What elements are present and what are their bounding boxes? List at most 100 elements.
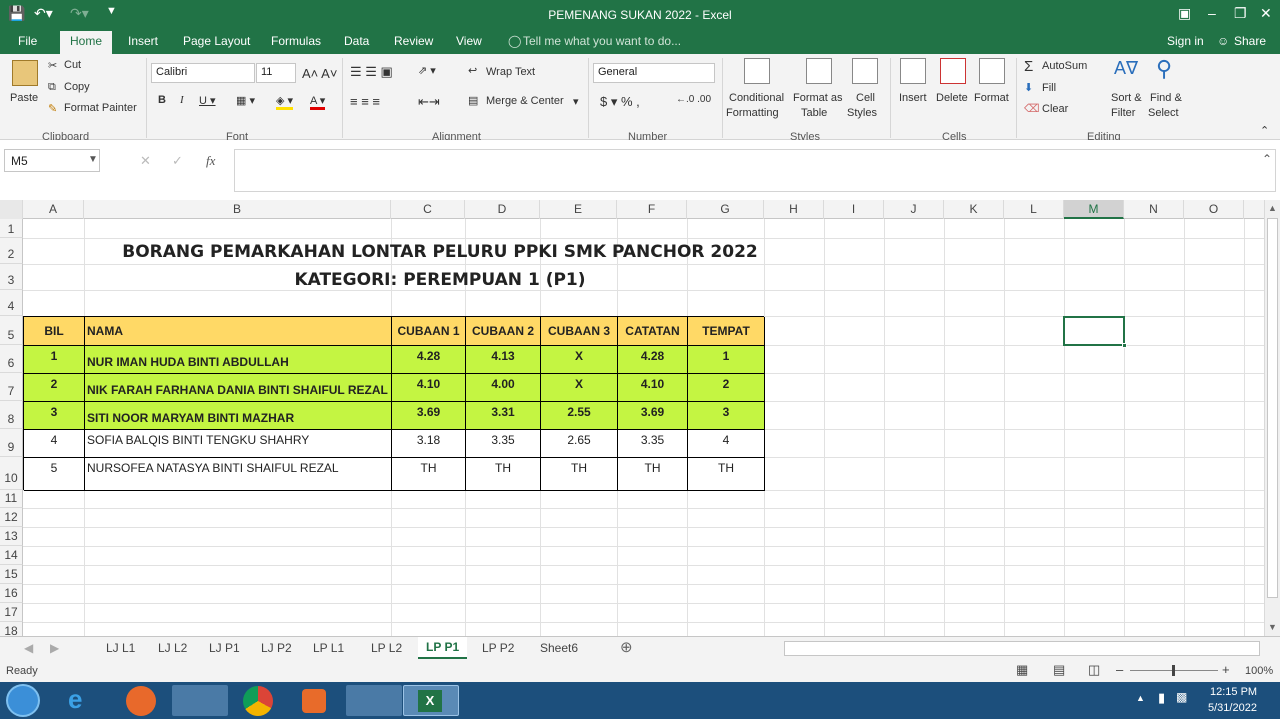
table-cell[interactable]: 3.18 bbox=[392, 430, 466, 458]
format-painter-button[interactable]: Format Painter bbox=[64, 102, 137, 114]
sheet-tab-sheet6[interactable]: Sheet6 bbox=[540, 641, 578, 655]
fill-button[interactable]: Fill bbox=[1042, 82, 1056, 94]
normal-view-icon[interactable]: ▦ bbox=[1016, 662, 1028, 678]
italic-button[interactable]: I bbox=[180, 94, 184, 106]
fill-handle[interactable] bbox=[1122, 343, 1127, 348]
paste-icon[interactable] bbox=[12, 60, 38, 86]
currency-icon[interactable]: $ ▾ % , bbox=[600, 94, 640, 110]
row-header-14[interactable]: 14 bbox=[0, 546, 23, 565]
table-cell[interactable]: 2.65 bbox=[541, 430, 618, 458]
expand-formula-icon[interactable]: ⌃ bbox=[1262, 152, 1272, 166]
table-cell[interactable]: TH bbox=[392, 458, 466, 491]
col-header-m[interactable]: M bbox=[1064, 200, 1124, 219]
col-header-n[interactable]: N bbox=[1124, 200, 1184, 219]
autosum-button[interactable]: AutoSum bbox=[1042, 60, 1087, 72]
enter-icon[interactable]: ✓ bbox=[172, 153, 183, 169]
chrome-profile-icon[interactable] bbox=[346, 685, 402, 716]
table-cell[interactable]: 4.00 bbox=[466, 374, 541, 402]
tab-page-layout[interactable]: Page Layout bbox=[183, 34, 250, 48]
table-cell[interactable]: 4.10 bbox=[618, 374, 688, 402]
new-sheet-icon[interactable]: ⊕ bbox=[620, 638, 633, 656]
col-header-e[interactable]: E bbox=[540, 200, 617, 219]
scroll-thumb[interactable] bbox=[1267, 218, 1278, 598]
zoom-slider-thumb[interactable] bbox=[1172, 665, 1175, 676]
table-cell[interactable]: 3.69 bbox=[618, 402, 688, 430]
insert-cells-icon[interactable] bbox=[900, 58, 926, 84]
font-name-select[interactable]: Calibri bbox=[151, 63, 255, 83]
fill-color-icon[interactable]: ◈ ▾ bbox=[276, 94, 294, 110]
network-icon[interactable]: ▩ bbox=[1176, 690, 1187, 704]
tab-formulas[interactable]: Formulas bbox=[271, 34, 321, 48]
table-cell[interactable]: TH bbox=[618, 458, 688, 491]
table-cell[interactable]: NIK FARAH FARHANA DANIA BINTI SHAIFUL RE… bbox=[85, 374, 392, 402]
table-cell[interactable]: TH bbox=[541, 458, 618, 491]
insert-function-icon[interactable]: fx bbox=[206, 153, 215, 169]
row-header-6[interactable]: 6 bbox=[0, 345, 23, 373]
row-header-13[interactable]: 13 bbox=[0, 527, 23, 546]
scroll-up-icon[interactable]: ▲ bbox=[1268, 203, 1277, 213]
orientation-icon[interactable]: ⇗ ▾ bbox=[418, 64, 436, 77]
firefox-icon[interactable] bbox=[126, 686, 156, 716]
table-cell[interactable]: 3.35 bbox=[618, 430, 688, 458]
delete-cells-icon[interactable] bbox=[940, 58, 966, 84]
sheet-tab-lp-l1[interactable]: LP L1 bbox=[313, 641, 344, 655]
formula-input[interactable] bbox=[234, 149, 1276, 192]
sheet-tab-lj-p1[interactable]: LJ P1 bbox=[209, 641, 240, 655]
insert-cells-button[interactable]: Insert bbox=[899, 92, 927, 104]
select-all-corner[interactable] bbox=[0, 200, 23, 219]
col-header-c[interactable]: C bbox=[391, 200, 465, 219]
row-header-12[interactable]: 12 bbox=[0, 508, 23, 527]
name-box-dropdown-icon[interactable]: ▼ bbox=[88, 154, 98, 165]
format-as-table-button[interactable]: Format as bbox=[793, 92, 843, 104]
tab-view[interactable]: View bbox=[456, 34, 482, 48]
table-cell[interactable]: 4 bbox=[688, 430, 765, 458]
col-header-b[interactable]: B bbox=[84, 200, 391, 219]
copy-button[interactable]: Copy bbox=[64, 81, 90, 93]
delete-cells-button[interactable]: Delete bbox=[936, 92, 968, 104]
col-header-o[interactable]: O bbox=[1184, 200, 1244, 219]
restore-icon[interactable]: ❐ bbox=[1234, 5, 1247, 22]
horizontal-scrollbar[interactable] bbox=[784, 641, 1260, 656]
col-header-j[interactable]: J bbox=[884, 200, 944, 219]
table-cell[interactable]: X bbox=[541, 346, 618, 374]
merge-center-button[interactable]: Merge & Center bbox=[486, 95, 564, 107]
row-header-4[interactable]: 4 bbox=[0, 290, 23, 316]
table-header-cell[interactable]: CUBAAN 3 bbox=[541, 317, 618, 346]
share-button[interactable]: Share bbox=[1234, 34, 1266, 48]
underline-button[interactable]: U ▾ bbox=[199, 94, 216, 107]
indent-icon[interactable]: ⇤⇥ bbox=[418, 94, 440, 110]
cancel-icon[interactable]: ✕ bbox=[140, 153, 151, 169]
wrap-text-button[interactable]: Wrap Text bbox=[486, 66, 535, 78]
number-format-select[interactable]: General bbox=[593, 63, 715, 83]
col-header-a[interactable]: A bbox=[23, 200, 84, 219]
col-header-i[interactable]: I bbox=[824, 200, 884, 219]
align-left-icon[interactable]: ≡ ≡ ≡ bbox=[350, 94, 380, 109]
format-cells-icon[interactable] bbox=[979, 58, 1005, 84]
row-header-8[interactable]: 8 bbox=[0, 401, 23, 429]
table-cell[interactable]: 4.28 bbox=[618, 346, 688, 374]
sort-filter-button[interactable]: Sort & bbox=[1111, 92, 1142, 104]
bold-button[interactable]: B bbox=[158, 94, 166, 106]
tab-home[interactable]: Home bbox=[60, 31, 113, 54]
table-cell[interactable]: 3.69 bbox=[392, 402, 466, 430]
cell-styles-icon[interactable] bbox=[852, 58, 878, 84]
decimal-icon[interactable]: ←.0 .00 bbox=[676, 94, 711, 105]
merge-dropdown-icon[interactable]: ▾ bbox=[573, 95, 579, 108]
row-header-7[interactable]: 7 bbox=[0, 373, 23, 401]
next-sheet-icon[interactable]: ▶ bbox=[50, 641, 59, 655]
find-select-icon[interactable]: ⚲ bbox=[1156, 56, 1172, 82]
table-cell[interactable]: 1 bbox=[688, 346, 765, 374]
table-cell[interactable]: 2 bbox=[688, 374, 765, 402]
table-header-cell[interactable]: TEMPAT bbox=[688, 317, 765, 346]
clock-time[interactable]: 12:15 PM bbox=[1210, 686, 1257, 698]
paste-button[interactable]: Paste bbox=[10, 92, 38, 104]
ribbon-display-icon[interactable]: ▣ bbox=[1178, 5, 1191, 22]
row-header-10[interactable]: 10 bbox=[0, 457, 23, 490]
prev-sheet-icon[interactable]: ◀ bbox=[24, 641, 33, 655]
grow-font-icon[interactable]: A˄ A˅ bbox=[302, 66, 337, 81]
col-header-d[interactable]: D bbox=[465, 200, 540, 219]
row-header-15[interactable]: 15 bbox=[0, 565, 23, 584]
sort-filter-icon[interactable]: A∇ bbox=[1114, 58, 1138, 79]
row-header-5[interactable]: 5 bbox=[0, 316, 23, 345]
table-cell[interactable]: NUR IMAN HUDA BINTI ABDULLAH bbox=[85, 346, 392, 374]
